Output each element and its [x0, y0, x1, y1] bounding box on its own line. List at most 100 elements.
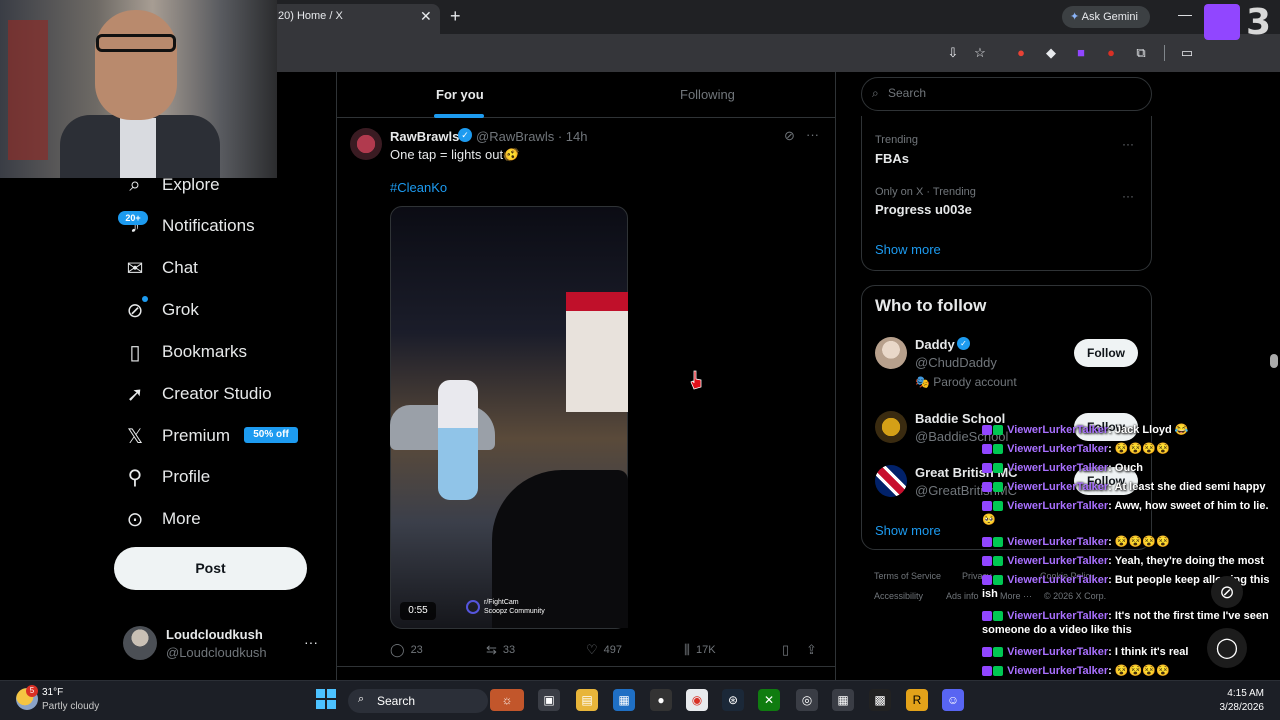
bookmark-star-icon[interactable]: ☆ [971, 44, 989, 62]
chat-username[interactable]: ViewerLurkerTalker [1007, 443, 1108, 455]
taskbar-date[interactable]: 3/28/2026 [1206, 702, 1265, 713]
account-name[interactable]: Loudcloudkush [166, 627, 263, 642]
xbox-icon[interactable]: ✕ [758, 689, 780, 711]
minimize-window-button[interactable]: — [1178, 6, 1192, 22]
chat-username[interactable]: ViewerLurkerTalker [1007, 481, 1108, 493]
weather-description[interactable]: Partly cloudy [42, 701, 99, 712]
chat-text: : Jack Lloyd 😂 [1108, 424, 1189, 436]
tab-for-you[interactable]: For you [436, 87, 484, 102]
grok-floating-icon[interactable]: ⊘ [1211, 576, 1243, 608]
nav-premium[interactable]: 𝕏 Premium [124, 421, 230, 451]
parody-account-label: 🎭 Parody account [915, 375, 1017, 389]
tab-title[interactable]: 20) Home / X [278, 10, 343, 22]
follow-3-avatar[interactable] [875, 465, 907, 497]
webcam-overlay [0, 0, 277, 178]
follow-1-avatar[interactable] [875, 337, 907, 369]
nav-chat[interactable]: ✉ Chat [124, 253, 198, 283]
sidepanel-icon[interactable]: ▭ [1178, 44, 1196, 62]
taskbar-time[interactable]: 4:15 AM [1216, 688, 1264, 699]
repost-button[interactable]: ⇆ 33 [486, 642, 515, 658]
nav-grok[interactable]: ⊘ Grok [124, 295, 199, 325]
chat-message: ViewerLurkerTalker: 😵😵😵😵 [982, 535, 1277, 549]
file-explorer-icon[interactable]: ▤ [576, 689, 598, 711]
chat-username[interactable]: ViewerLurkerTalker [1007, 665, 1108, 677]
trend-1-more-icon[interactable]: ··· [1122, 137, 1134, 151]
trend-2-more-icon[interactable]: ··· [1122, 189, 1134, 203]
account-more-icon[interactable]: ··· [304, 634, 318, 650]
follow-2-avatar[interactable] [875, 411, 907, 443]
extension-red-icon[interactable]: ● [1102, 44, 1120, 62]
reply-button[interactable]: ◯ 23 [390, 642, 423, 658]
scrollbar-thumb[interactable] [1270, 354, 1278, 368]
calculator-icon[interactable]: ▦ [832, 689, 854, 711]
trend-2-name[interactable]: Progress u003e [875, 202, 972, 217]
chat-badges-icon [982, 499, 1004, 513]
tab-close-icon[interactable]: ✕ [420, 8, 432, 25]
app-icon-r[interactable]: R [906, 689, 928, 711]
account-avatar[interactable] [123, 626, 157, 660]
share-button[interactable]: ⇪ [806, 642, 823, 658]
extension-twitch-icon[interactable]: ■ [1072, 44, 1090, 62]
post-author-avatar[interactable] [350, 128, 382, 160]
post-more-icon[interactable]: ··· [806, 127, 819, 142]
app-icon-1[interactable]: ● [650, 689, 672, 711]
taskbar-search-label[interactable]: Search [377, 694, 415, 708]
extensions-puzzle-icon[interactable]: ⧉ [1132, 44, 1150, 62]
messages-floating-icon[interactable]: ◯ [1207, 628, 1247, 668]
nav-bookmarks[interactable]: ▯ Bookmarks [124, 337, 247, 367]
steam-icon[interactable]: ⊛ [722, 689, 744, 711]
follow-1-button[interactable]: Follow [1074, 339, 1138, 367]
post-author-name[interactable]: RawBrawls [390, 129, 459, 144]
new-tab-button[interactable]: + [450, 6, 461, 27]
extension-color-icon[interactable]: ● [1012, 44, 1030, 62]
nav-creator-studio[interactable]: ➚ Creator Studio [124, 379, 272, 409]
footer-ads-info-link[interactable]: Ads info [946, 591, 979, 601]
taskbar-search-box[interactable] [348, 689, 488, 713]
store-icon[interactable]: ▦ [613, 689, 635, 711]
chat-text: : Ouch [1108, 462, 1144, 474]
chat-username[interactable]: ViewerLurkerTalker [1007, 610, 1108, 622]
grok-explain-icon[interactable]: ⊘ [784, 128, 795, 144]
chat-username[interactable]: ViewerLurkerTalker [1007, 500, 1108, 512]
extension-diamond-icon[interactable]: ◆ [1042, 44, 1060, 62]
follow-1-handle[interactable]: @ChudDaddy [915, 355, 997, 370]
chat-username[interactable]: ViewerLurkerTalker [1007, 462, 1108, 474]
footer-accessibility-link[interactable]: Accessibility [874, 591, 923, 601]
views-button[interactable]: ⫼ 17K [684, 642, 716, 658]
chat-username[interactable]: ViewerLurkerTalker [1007, 536, 1108, 548]
chat-username[interactable]: ViewerLurkerTalker [1007, 574, 1108, 586]
post-hashtag-link[interactable]: #CleanKo [390, 180, 447, 195]
footer-terms-link[interactable]: Terms of Service [874, 571, 941, 581]
post-button[interactable]: Post [114, 547, 307, 590]
chat-username[interactable]: ViewerLurkerTalker [1007, 646, 1108, 658]
ask-gemini-button[interactable]: ✦ Ask Gemini [1062, 6, 1150, 28]
taskbar-widget-icon[interactable]: ☼ [490, 689, 524, 711]
nav-more[interactable]: ⊙ More [124, 504, 201, 534]
bookmark-post-button[interactable]: ▯ [782, 642, 795, 658]
account-handle[interactable]: @Loudcloudkush [166, 645, 267, 660]
windows-start-icon[interactable] [316, 689, 336, 709]
install-app-icon[interactable]: ⇩ [944, 44, 962, 62]
chrome-icon[interactable]: ◉ [686, 689, 708, 711]
discord-icon[interactable]: ☺ [942, 689, 964, 711]
app-icon-2[interactable]: ◎ [796, 689, 818, 711]
chat-badges-icon [982, 645, 1004, 659]
nav-explore[interactable]: ⌕ Explore [124, 170, 219, 200]
weather-temperature[interactable]: 31°F [42, 687, 63, 698]
post-handle-time[interactable]: @RawBrawls · 14h [476, 129, 587, 144]
share-icon: ⇪ [806, 642, 817, 657]
nav-premium-label: Premium [162, 426, 231, 445]
nav-profile[interactable]: ⚲ Profile [124, 462, 211, 492]
like-button[interactable]: ♡ 497 [586, 642, 622, 658]
nav-profile-label: Profile [162, 467, 211, 486]
follow-show-more-link[interactable]: Show more [875, 523, 941, 538]
follow-1-name[interactable]: Daddy [915, 337, 955, 352]
chat-username[interactable]: ViewerLurkerTalker [1007, 424, 1108, 436]
task-view-icon[interactable]: ▣ [538, 689, 560, 711]
trends-show-more-link[interactable]: Show more [875, 242, 941, 257]
search-input[interactable] [888, 86, 1128, 100]
chat-username[interactable]: ViewerLurkerTalker [1007, 555, 1108, 567]
tab-following[interactable]: Following [680, 87, 735, 102]
app-icon-3[interactable]: ▩ [869, 689, 891, 711]
trend-1-name[interactable]: FBAs [875, 151, 909, 166]
